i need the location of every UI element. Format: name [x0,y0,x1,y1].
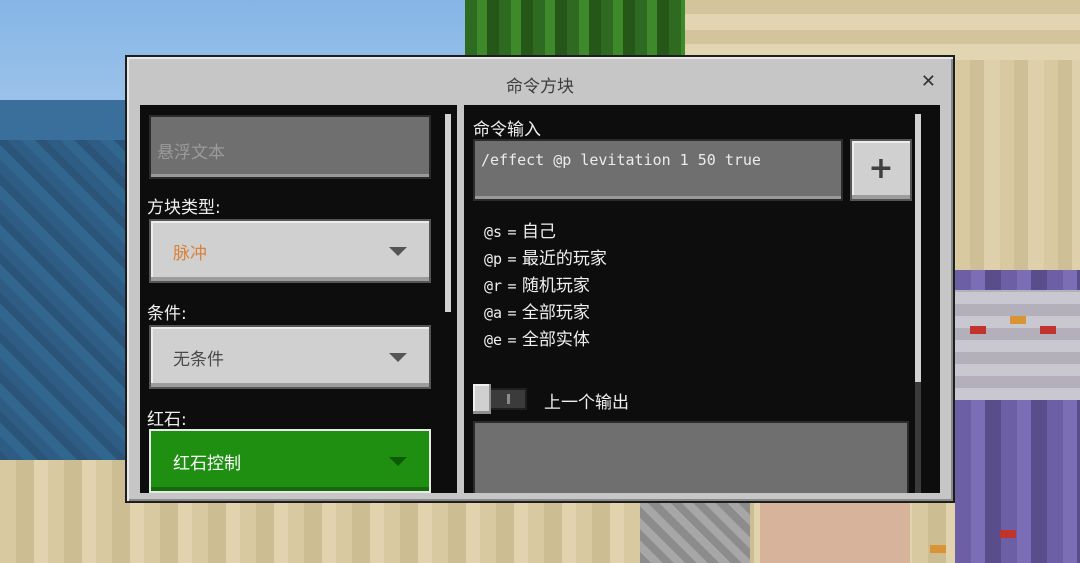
selector-code: @r [484,277,503,295]
previous-output-toggle[interactable] [473,384,529,414]
command-input[interactable]: /effect @p levitation 1 50 true [473,139,843,201]
selector-row: @a = 全部玩家 [484,298,590,323]
player-hand [760,495,910,563]
plus-icon: + [868,151,894,186]
selector-equals: = [507,304,517,322]
hover-text-input[interactable]: 悬浮文本 [149,115,431,179]
command-panel: 命令输入 /effect @p levitation 1 50 true + @… [464,105,940,493]
selector-row: @e = 全部实体 [484,325,590,350]
chevron-down-icon [389,247,407,256]
command-block-face [955,290,1080,400]
right-scrollbar[interactable] [915,114,921,382]
block-type-label: 方块类型: [147,198,221,218]
selector-code: @s [484,223,503,241]
condition-dropdown[interactable]: 无条件 [149,325,431,389]
selector-row: @r = 随机玩家 [484,271,590,296]
selector-desc: 自己 [521,222,556,242]
selector-desc: 随机玩家 [521,276,590,296]
selector-row: @p = 最近的玩家 [484,244,607,269]
selector-row: @s = 自己 [484,217,556,242]
toggle-knob [473,384,491,414]
selector-code: @p [484,250,503,268]
selector-equals: = [507,277,517,295]
tree-leaves [465,0,685,56]
sand-terrain-top [620,0,1080,60]
redstone-label: 红石: [147,410,187,430]
toggle-track [487,388,527,410]
condition-label: 条件: [147,304,187,324]
block-pixel [970,326,986,334]
command-block-dialog: 命令方块 ✕ 悬浮文本 方块类型: 脉冲 条件: 无条件 红石: 红石控制 命令… [125,55,955,503]
command-input-label: 命令输入 [473,120,541,140]
block-pixel [1010,316,1026,324]
selector-equals: = [507,331,517,349]
chevron-down-icon [389,457,407,466]
previous-output-label: 上一个输出 [544,393,629,413]
redstone-value: 红石控制 [173,454,241,474]
selector-code: @e [484,331,503,349]
command-text: /effect @p levitation 1 50 true [481,151,761,169]
left-scrollbar[interactable] [445,114,451,312]
right-scrollbar-track [915,382,921,493]
redstone-dropdown[interactable]: 红石控制 [149,429,431,493]
selector-desc: 全部实体 [521,330,590,350]
stone-block [640,495,750,563]
selector-code: @a [484,304,503,322]
selector-equals: = [507,223,517,241]
chevron-down-icon [389,353,407,362]
close-icon[interactable]: ✕ [921,72,936,92]
condition-value: 无条件 [173,350,224,370]
block-pixel [1000,530,1016,538]
selector-desc: 全部玩家 [521,303,590,323]
hover-text-placeholder: 悬浮文本 [157,143,225,163]
previous-output-box [473,421,909,493]
block-pixel [930,545,946,553]
dialog-title: 命令方块 [506,77,574,97]
block-pixel [1040,326,1056,334]
block-type-dropdown[interactable]: 脉冲 [149,219,431,283]
settings-panel: 悬浮文本 方块类型: 脉冲 条件: 无条件 红石: 红石控制 [140,105,457,493]
add-button[interactable]: + [850,139,912,201]
selector-desc: 最近的玩家 [521,249,607,269]
panel-divider [457,105,464,493]
block-type-value: 脉冲 [173,244,207,264]
selector-equals: = [507,250,517,268]
